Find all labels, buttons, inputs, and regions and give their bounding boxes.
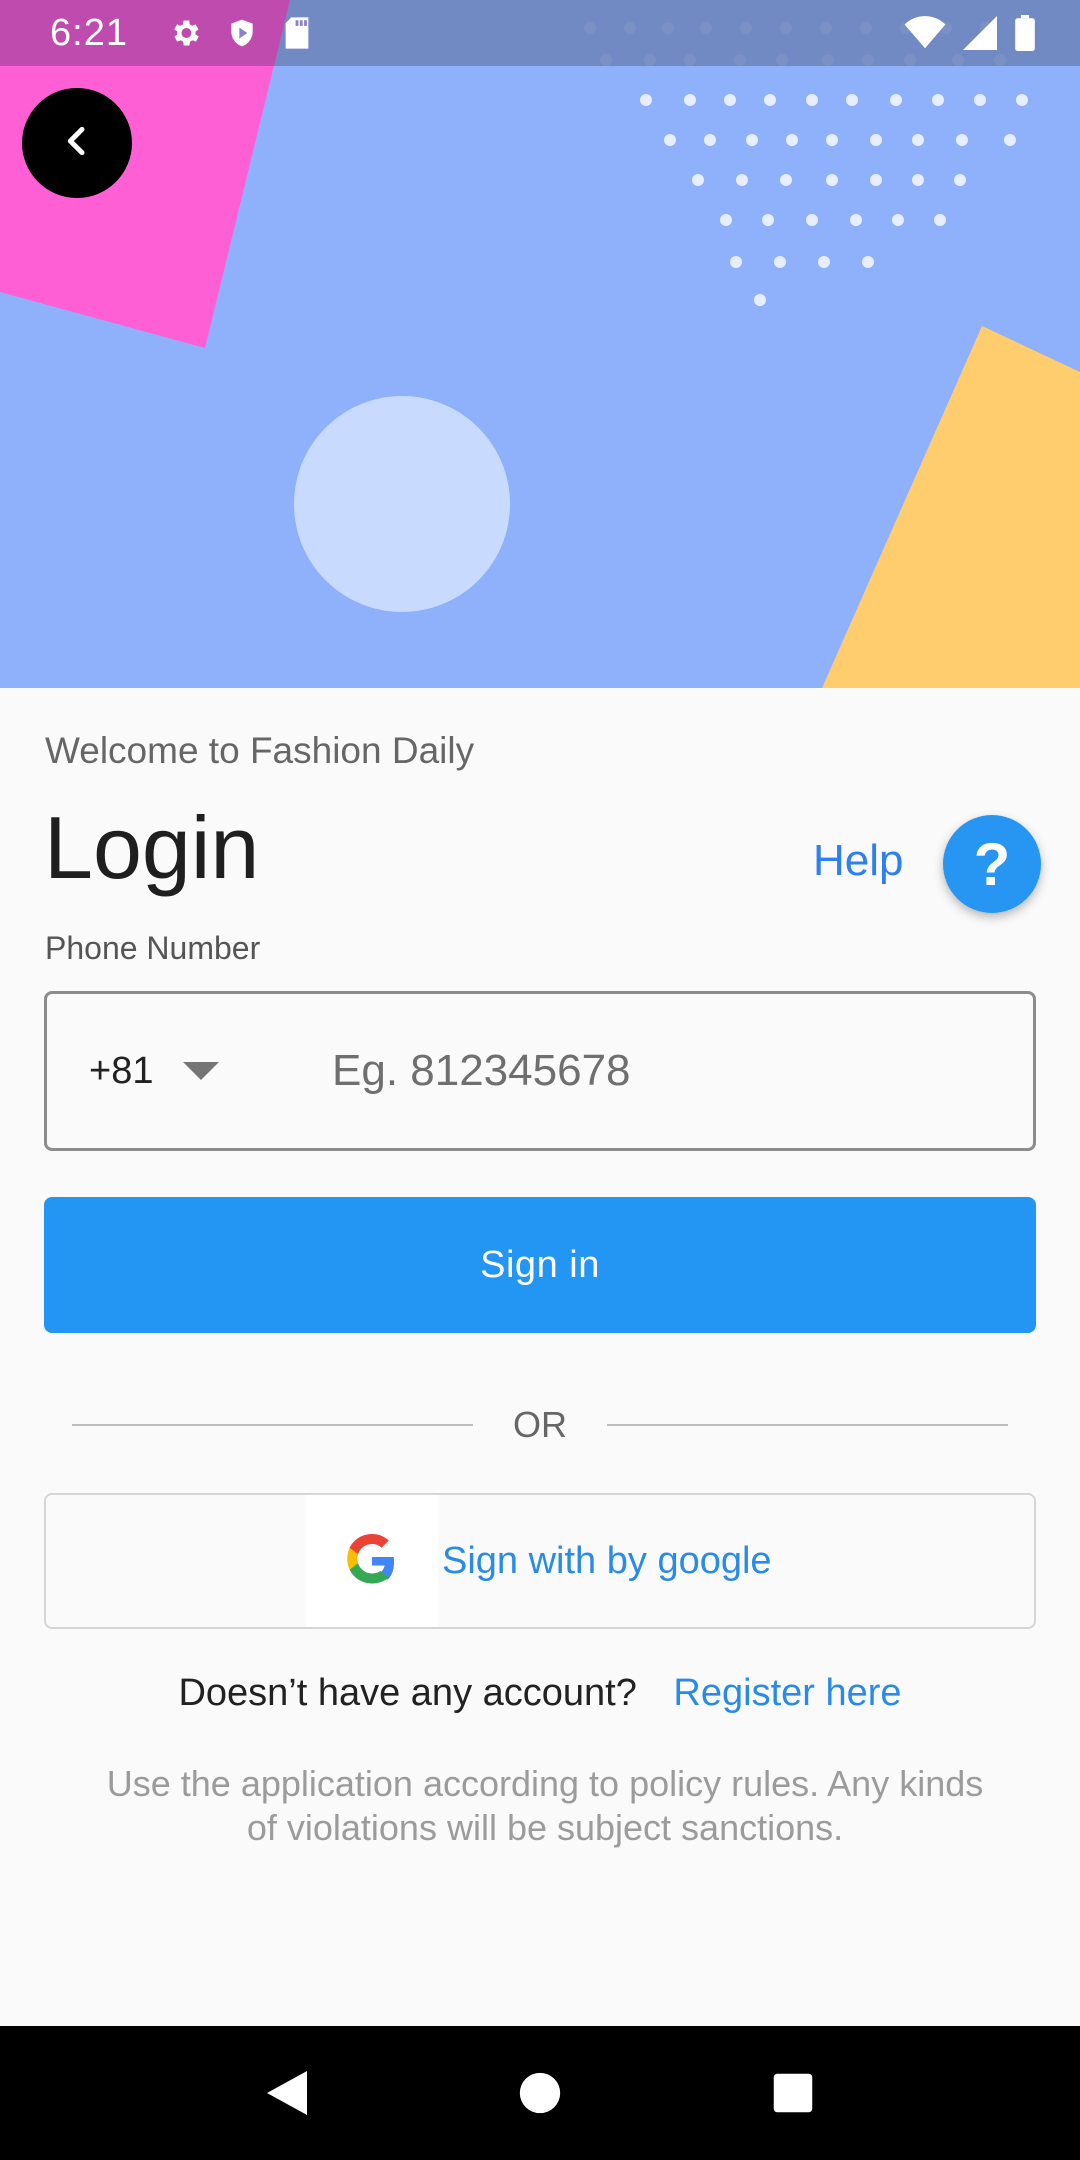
register-question: Doesn’t have any account?	[178, 1672, 637, 1714]
pattern-dot	[684, 94, 696, 106]
pattern-dot	[730, 256, 742, 268]
pattern-dot	[846, 94, 858, 106]
sd-card-icon	[282, 16, 312, 50]
pattern-dot	[806, 94, 818, 106]
back-button[interactable]	[22, 88, 132, 198]
google-icon	[306, 1495, 438, 1627]
country-code-select[interactable]: +81	[89, 1049, 220, 1093]
nav-back-button[interactable]	[242, 2048, 332, 2138]
page-title: Login	[44, 798, 260, 897]
nav-home-button[interactable]	[495, 2048, 585, 2138]
battery-icon	[1014, 15, 1036, 51]
pattern-dot	[862, 256, 874, 268]
pattern-dot	[912, 134, 924, 146]
help-link[interactable]: Help	[813, 836, 904, 886]
sign-in-button[interactable]: Sign in	[44, 1197, 1036, 1333]
pattern-dot	[892, 214, 904, 226]
pattern-dot	[724, 94, 736, 106]
pattern-dot	[826, 174, 838, 186]
divider-line-right	[607, 1424, 1008, 1426]
pattern-dot	[1004, 134, 1016, 146]
pattern-dot	[746, 134, 758, 146]
status-bar: 6:21	[0, 0, 1080, 66]
navigation-bar	[0, 2026, 1080, 2160]
pattern-dot	[932, 94, 944, 106]
pattern-dot	[826, 134, 838, 146]
pattern-dot	[974, 94, 986, 106]
pattern-dot	[774, 256, 786, 268]
wifi-icon	[904, 16, 946, 50]
pattern-dot	[786, 134, 798, 146]
signal-icon	[962, 16, 998, 50]
nav-recents-button[interactable]	[748, 2048, 838, 2138]
google-sign-in-button[interactable]: Sign with by google	[44, 1493, 1036, 1629]
pattern-dot	[1016, 94, 1028, 106]
or-text: OR	[513, 1404, 567, 1445]
welcome-text: Welcome to Fashion Daily	[45, 730, 475, 771]
pattern-dot	[736, 174, 748, 186]
pattern-dot	[956, 134, 968, 146]
back-triangle-icon	[266, 2071, 307, 2115]
pattern-dot	[754, 294, 766, 306]
pattern-dot	[890, 94, 902, 106]
phone-number-field: +81	[44, 991, 1036, 1151]
recents-square-icon	[774, 2073, 813, 2113]
status-time: 6:21	[50, 11, 128, 54]
help-button[interactable]: ?	[943, 815, 1041, 913]
dropdown-arrow-icon	[183, 1062, 220, 1080]
google-sign-in-label: Sign with by google	[442, 1540, 772, 1582]
pattern-dot	[818, 256, 830, 268]
pattern-dot	[850, 214, 862, 226]
shield-play-icon	[226, 16, 258, 50]
or-divider: OR	[72, 1400, 1008, 1450]
register-link[interactable]: Register here	[673, 1672, 901, 1714]
pattern-dot	[704, 134, 716, 146]
question-mark-icon: ?	[973, 830, 1011, 898]
pattern-dot	[870, 174, 882, 186]
pattern-dot	[780, 174, 792, 186]
pattern-dot	[762, 214, 774, 226]
phone-number-input[interactable]	[332, 994, 1012, 1148]
hero-banner	[0, 0, 1080, 688]
country-code-value: +81	[89, 1049, 154, 1092]
gear-icon	[168, 16, 202, 50]
divider-line-left	[72, 1424, 473, 1426]
pattern-dot	[720, 214, 732, 226]
hero-illustration	[0, 0, 1080, 688]
home-circle-icon	[519, 2072, 561, 2114]
pattern-dot	[692, 174, 704, 186]
pattern-dot	[806, 214, 818, 226]
light-circle	[294, 396, 510, 612]
pattern-dot	[934, 214, 946, 226]
pattern-dot	[912, 174, 924, 186]
chevron-left-icon	[57, 121, 97, 166]
phone-number-label: Phone Number	[45, 930, 261, 966]
pattern-dot	[954, 174, 966, 186]
pattern-dot	[664, 134, 676, 146]
pattern-dot	[640, 94, 652, 106]
policy-text: Use the application according to policy …	[106, 1763, 984, 1848]
register-row: Doesn’t have any account? Register here	[0, 1672, 1080, 1715]
pattern-dot	[870, 134, 882, 146]
pattern-dot	[764, 94, 776, 106]
